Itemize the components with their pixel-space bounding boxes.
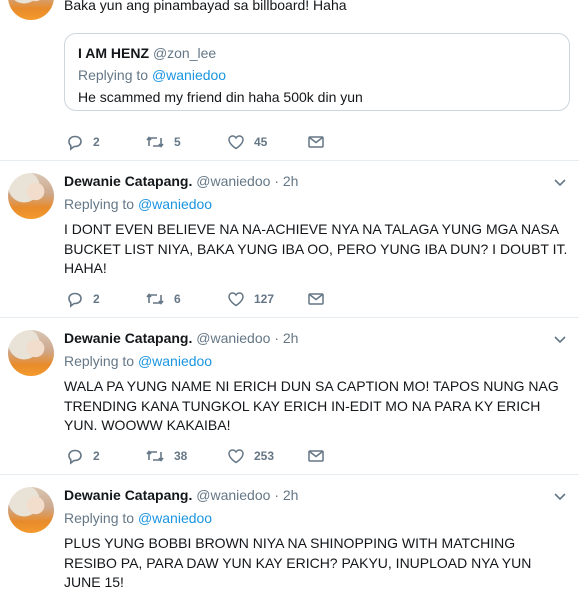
- replying-to: Replying to @waniedoo: [64, 353, 213, 369]
- envelope-icon: [308, 293, 324, 305]
- author-name[interactable]: Dewanie Catapang.: [64, 330, 192, 346]
- tweet-actions: 2 38 253: [66, 446, 366, 466]
- separator: ·: [274, 173, 279, 189]
- direct-message-button[interactable]: [307, 132, 325, 152]
- quoted-tweet-text: He scammed my friend din haha 500k din y…: [78, 89, 363, 105]
- tweet-0[interactable]: Baka yun ang pinambayad sa billboard! Ha…: [0, 0, 579, 161]
- author-name[interactable]: Dewanie Catapang.: [64, 487, 192, 503]
- tweet-header: Dewanie Catapang. @waniedoo · 2h: [64, 485, 569, 505]
- heart-icon: [228, 449, 244, 464]
- avatar[interactable]: [8, 330, 54, 376]
- reply-count: 2: [93, 135, 100, 149]
- envelope-icon: [308, 136, 324, 148]
- quoted-author-name: I AM HENZ: [78, 45, 150, 61]
- tweet-text: I DONT EVEN BELIEVE NA NA-ACHIEVE NYA NA…: [64, 221, 568, 276]
- heart-icon: [228, 135, 244, 150]
- tweet-actions: 2 6 127: [66, 289, 366, 309]
- quoted-tweet[interactable]: I AM HENZ @zon_lee Replying to @waniedoo…: [64, 33, 570, 111]
- timestamp[interactable]: 2h: [283, 487, 299, 503]
- chevron-down-icon[interactable]: [553, 489, 567, 503]
- retweet-icon: [146, 450, 164, 462]
- avatar[interactable]: [8, 173, 54, 219]
- reply-icon: [68, 135, 82, 151]
- quoted-author-handle: @zon_lee: [152, 45, 217, 61]
- heart-icon: [228, 292, 244, 307]
- tweet-1[interactable]: Dewanie Catapang. @waniedoo · 2h Replyin…: [0, 161, 579, 318]
- tweet-2[interactable]: Dewanie Catapang. @waniedoo · 2h Replyin…: [0, 318, 579, 475]
- retweet-button[interactable]: 5: [145, 132, 181, 152]
- replying-to: Replying to @waniedoo: [64, 196, 213, 212]
- replying-to: Replying to @waniedoo: [78, 67, 227, 83]
- tweet-text: WALA PA YUNG NAME NI ERICH DUN SA CAPTIO…: [64, 378, 559, 433]
- reply-button[interactable]: 2: [66, 289, 100, 309]
- quoted-tweet-header: I AM HENZ @zon_lee: [78, 42, 363, 64]
- author-handle[interactable]: @waniedoo: [196, 173, 270, 189]
- reply-icon: [68, 449, 82, 465]
- author-handle[interactable]: @waniedoo: [196, 330, 270, 346]
- timestamp[interactable]: 2h: [283, 330, 299, 346]
- separator: ·: [274, 487, 279, 503]
- retweet-count: 6: [174, 292, 181, 306]
- avatar[interactable]: [8, 0, 54, 20]
- replying-to-link[interactable]: @waniedoo: [138, 510, 212, 526]
- envelope-icon: [308, 450, 324, 462]
- tweet-3[interactable]: Dewanie Catapang. @waniedoo · 2h Replyin…: [0, 475, 579, 615]
- author-handle[interactable]: @waniedoo: [196, 487, 270, 503]
- tweet-text: PLUS YUNG BOBBI BROWN NIYA NA SHINOPPING…: [64, 535, 532, 590]
- retweet-icon: [146, 136, 164, 148]
- reply-button[interactable]: 2: [66, 446, 100, 466]
- avatar[interactable]: [8, 487, 54, 533]
- like-button[interactable]: 45: [227, 132, 267, 152]
- timestamp[interactable]: 2h: [283, 173, 299, 189]
- tweet-actions: 2 5 45: [66, 132, 366, 152]
- retweet-count: 5: [174, 135, 181, 149]
- like-button[interactable]: 127: [227, 289, 274, 309]
- like-count: 253: [254, 449, 275, 463]
- reply-icon: [68, 292, 82, 308]
- replying-to-link[interactable]: @waniedoo: [152, 67, 226, 83]
- like-count: 45: [254, 135, 268, 149]
- author-name[interactable]: Dewanie Catapang.: [64, 173, 192, 189]
- chevron-down-icon[interactable]: [553, 175, 567, 189]
- reply-count: 2: [93, 449, 100, 463]
- tweet-text: Baka yun ang pinambayad sa billboard! Ha…: [64, 0, 347, 13]
- retweet-icon: [146, 293, 164, 305]
- replying-to: Replying to @waniedoo: [64, 510, 213, 526]
- retweet-button[interactable]: 6: [145, 289, 181, 309]
- tweet-header: Dewanie Catapang. @waniedoo · 2h: [64, 328, 569, 348]
- separator: ·: [274, 330, 279, 346]
- replying-to-link[interactable]: @waniedoo: [138, 353, 212, 369]
- timeline: Baka yun ang pinambayad sa billboard! Ha…: [0, 0, 579, 601]
- tweet-header: Dewanie Catapang. @waniedoo · 2h: [64, 171, 569, 191]
- like-button[interactable]: 253: [227, 446, 274, 466]
- direct-message-button[interactable]: [307, 446, 325, 466]
- reply-button[interactable]: 2: [66, 132, 100, 152]
- retweet-button[interactable]: 38: [145, 446, 187, 466]
- retweet-count: 38: [174, 449, 188, 463]
- replying-to-link[interactable]: @waniedoo: [138, 196, 212, 212]
- chevron-down-icon[interactable]: [553, 332, 567, 346]
- like-count: 127: [254, 292, 275, 306]
- direct-message-button[interactable]: [307, 289, 325, 309]
- reply-count: 2: [93, 292, 100, 306]
